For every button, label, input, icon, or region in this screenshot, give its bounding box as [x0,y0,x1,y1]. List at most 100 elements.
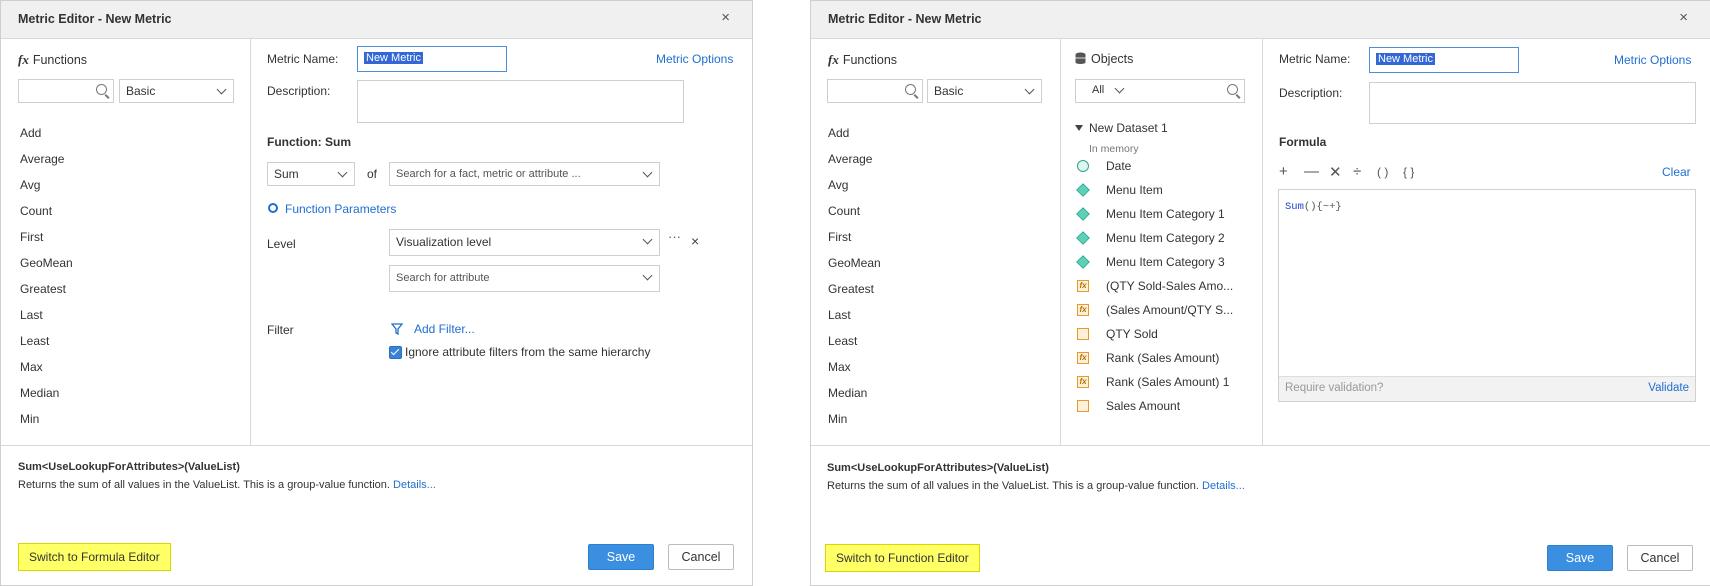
formula-editor[interactable]: Sum(){~+} Require validation? Validate [1278,189,1696,402]
close-icon[interactable]: × [721,9,730,26]
category-select[interactable]: Basic [927,79,1042,103]
function-search-input[interactable] [18,79,114,103]
object-name: Date [1106,159,1132,173]
cancel-button[interactable]: Cancel [668,544,734,570]
metric-name-field[interactable]: New Metric [1369,47,1519,73]
dialog-title: Metric Editor - New Metric [828,12,982,26]
description-label: Description: [1279,86,1343,100]
save-button[interactable]: Save [588,544,654,570]
multiply-icon[interactable]: ✕ [1329,163,1342,181]
attribute-select[interactable]: Search for attribute [389,265,660,292]
metric-options-link[interactable]: Metric Options [656,52,733,66]
parentheses-icon[interactable]: ( ) [1377,165,1388,179]
validate-link[interactable]: Validate [1648,382,1689,394]
chevron-down-icon [1024,84,1035,95]
metric-name-value: New Metric [1376,53,1436,65]
function-item[interactable]: Median [20,383,73,409]
function-item[interactable]: Median [828,383,881,409]
function-item[interactable]: Avg [828,175,881,201]
function-item[interactable]: First [828,227,881,253]
function-item[interactable]: Greatest [828,279,881,305]
minus-icon[interactable]: — [1304,163,1319,180]
of-argument-select[interactable]: Search for a fact, metric or attribute .… [389,162,660,186]
formula-function-token: Sum [1285,201,1304,213]
function-parameters-link[interactable]: Function Parameters [285,202,396,216]
chevron-down-icon [337,167,348,178]
fx-icon: fx [828,52,839,67]
object-name: Rank (Sales Amount) 1 [1106,375,1230,389]
switch-to-formula-editor-button[interactable]: Switch to Formula Editor [18,543,171,571]
formula-text: Sum(){~+} [1285,201,1342,213]
save-button[interactable]: Save [1547,545,1613,571]
details-link[interactable]: Details... [393,479,436,491]
add-filter-link[interactable]: Add Filter... [414,322,475,336]
close-icon[interactable]: × [1679,9,1688,26]
attribute-icon [1076,231,1090,245]
function-item[interactable]: Min [828,409,881,435]
function-item[interactable]: GeoMean [20,253,73,279]
details-link[interactable]: Details... [1202,480,1245,492]
chevron-down-icon [216,84,227,95]
remove-level-icon[interactable]: × [691,233,699,249]
function-select[interactable]: Sum [267,162,355,186]
functions-panel: fx Functions Basic Add Average Avg Count Firs… [1,39,251,445]
divide-icon[interactable]: ÷ [1353,163,1361,180]
ignore-filters-checkbox[interactable] [389,346,402,359]
functions-header-label: Functions [842,53,898,67]
function-item[interactable]: Max [828,357,881,383]
fx-icon: fx [18,52,29,67]
functions-header-label: Functions [32,53,88,67]
filter-label: Filter [267,323,294,337]
function-item[interactable]: Average [20,149,73,175]
attribute-placeholder: Search for attribute [396,272,490,284]
function-item[interactable]: Add [828,123,881,149]
braces-icon[interactable]: { } [1403,165,1414,179]
attribute-icon [1076,207,1090,221]
switch-to-function-editor-button[interactable]: Switch to Function Editor [825,544,980,572]
category-value: Basic [126,84,156,98]
function-item[interactable]: Least [20,331,73,357]
title-bar: Metric Editor - New Metric × [1,1,752,39]
function-item[interactable]: Last [828,305,881,331]
function-signature: Sum<UseLookupForAttributes>(ValueList) [18,461,240,473]
function-description: Returns the sum of all values in the Val… [827,480,1245,492]
objects-panel: Objects All New Dataset 1 In memory Date… [1061,39,1263,445]
function-search-input[interactable] [827,79,923,103]
description-field[interactable] [1369,82,1696,124]
function-item[interactable]: Add [20,123,73,149]
function-heading: Function: Sum [267,135,351,149]
formula-heading: Formula [1279,135,1327,149]
function-item[interactable]: First [20,227,73,253]
gear-icon [268,203,278,213]
metric-name-field[interactable]: New Metric [357,46,507,72]
function-item[interactable]: Count [828,201,881,227]
metric-name-label: Metric Name: [267,52,339,66]
clear-link[interactable]: Clear [1662,165,1691,179]
cancel-button[interactable]: Cancel [1627,545,1693,571]
category-select[interactable]: Basic [119,79,234,103]
attribute-icon [1076,255,1090,269]
description-field[interactable] [357,80,684,123]
function-item[interactable]: Average [828,149,881,175]
function-item[interactable]: Max [20,357,73,383]
ignore-filters-label: Ignore attribute filters from the same h… [405,345,651,359]
plus-icon[interactable]: + [1279,163,1288,180]
more-options-icon[interactable]: ··· [668,229,681,244]
function-item[interactable]: Min [20,409,73,435]
function-item[interactable]: Greatest [20,279,73,305]
object-name: Sales Amount [1106,399,1181,413]
function-item[interactable]: Least [828,331,881,357]
clock-icon [1077,160,1089,172]
metric-editor-function-dialog: Metric Editor - New Metric × fx Functions… [0,0,753,586]
object-name: Menu Item Category 1 [1106,207,1225,221]
object-name: Menu Item [1106,183,1163,197]
metric-options-link[interactable]: Metric Options [1614,53,1691,67]
function-item[interactable]: Last [20,305,73,331]
function-item[interactable]: GeoMean [828,253,881,279]
function-item[interactable]: Avg [20,175,73,201]
chevron-down-icon [642,167,653,178]
function-item[interactable]: Count [20,201,73,227]
function-list: Add Average Avg Count First GeoMean Greatest La… [20,123,73,435]
fact-icon [1077,400,1089,412]
level-select[interactable]: Visualization level [389,229,660,256]
